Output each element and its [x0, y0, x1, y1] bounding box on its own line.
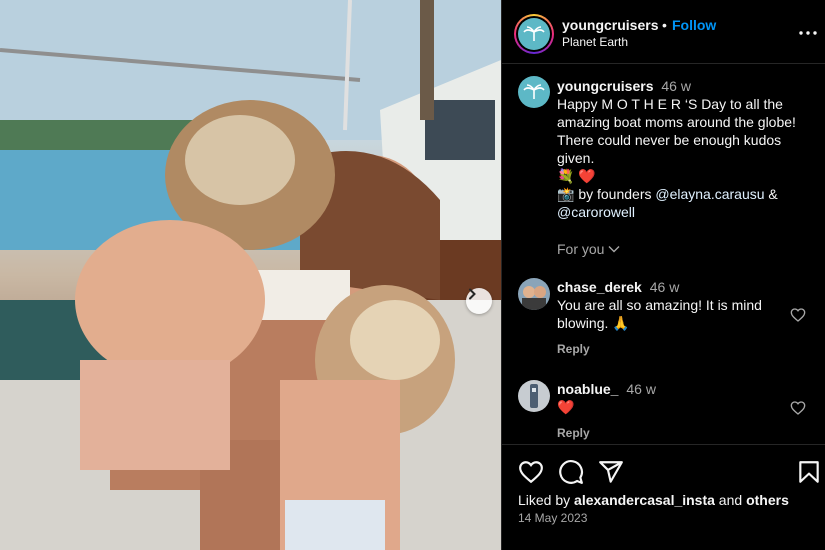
avatar-photo: [518, 278, 550, 310]
palm-logo-icon: [523, 26, 545, 41]
caption-avatar[interactable]: [518, 76, 550, 108]
caption-block: youngcruisers 46 w Happy M O T H E R ‘S …: [557, 77, 815, 221]
chevron-down-icon: [608, 246, 620, 253]
liked-and: and: [714, 492, 747, 508]
comment-icon[interactable]: [558, 459, 584, 485]
credit-join: &: [764, 186, 778, 202]
photo-illustration: [0, 0, 501, 550]
share-icon[interactable]: [598, 459, 624, 485]
comment-body: noablue_ 46 w ❤️: [557, 380, 787, 416]
credit-prefix: 📸 by founders: [557, 186, 656, 202]
bookmark-icon[interactable]: [796, 459, 822, 485]
comment-text: ❤️: [557, 399, 575, 415]
comment-username[interactable]: chase_derek: [557, 279, 642, 295]
more-icon: [799, 31, 817, 35]
for-you-label: For you: [557, 241, 605, 257]
follow-button[interactable]: Follow: [672, 17, 716, 33]
comment-username[interactable]: noablue_: [557, 381, 618, 397]
liked-prefix: Liked by: [518, 492, 575, 508]
likes-summary: Liked by alexandercasal_insta and others: [518, 492, 789, 508]
comment-text: You are all so amazing! It is mind blowi…: [557, 297, 762, 331]
heart-icon[interactable]: [518, 459, 544, 485]
commenter-avatar[interactable]: [518, 380, 550, 412]
avatar-inner: [516, 16, 552, 52]
commenter-avatar[interactable]: [518, 278, 550, 310]
more-options-button[interactable]: [797, 22, 819, 44]
palm-logo-icon: [523, 84, 545, 99]
caption-username[interactable]: youngcruisers: [557, 78, 653, 94]
comments-section[interactable]: youngcruisers 46 w Happy M O T H E R ‘S …: [502, 64, 825, 444]
liked-user[interactable]: alexandercasal_insta: [574, 492, 715, 508]
comment-time[interactable]: 46 w: [650, 279, 680, 295]
next-photo-button[interactable]: [466, 288, 492, 314]
for-you-toggle[interactable]: For you: [557, 241, 620, 257]
mention-link[interactable]: @carorowell: [557, 204, 635, 220]
heart-icon[interactable]: [790, 400, 806, 416]
post-date[interactable]: 14 May 2023: [518, 511, 587, 525]
post-header: youngcruisers • Follow Planet Earth: [502, 0, 825, 64]
chevron-right-icon: [469, 288, 476, 300]
caption-time[interactable]: 46 w: [661, 78, 691, 94]
header-separator: •: [662, 17, 667, 33]
caption-text: Happy M O T H E R ‘S Day to all the amaz…: [557, 96, 796, 166]
comment-time[interactable]: 46 w: [626, 381, 656, 397]
reply-button[interactable]: Reply: [557, 342, 590, 356]
caption-credit: 📸 by founders @elayna.carausu & @carorow…: [557, 185, 815, 221]
header-location[interactable]: Planet Earth: [562, 35, 628, 49]
avatar-photo: [518, 380, 550, 412]
brand-logo: [518, 18, 550, 50]
reply-button[interactable]: Reply: [557, 426, 590, 440]
comment-body: chase_derek 46 w You are all so amazing!…: [557, 278, 787, 332]
caption-emoji: 💐 ❤️: [557, 168, 596, 184]
post-photo[interactable]: [0, 0, 501, 550]
heart-icon[interactable]: [790, 307, 806, 323]
author-avatar[interactable]: [514, 14, 554, 54]
mention-link[interactable]: @elayna.carausu: [655, 186, 764, 202]
header-username[interactable]: youngcruisers: [562, 17, 658, 33]
liked-others[interactable]: others: [746, 492, 789, 508]
post-actions: Liked by alexandercasal_insta and others…: [502, 445, 825, 550]
post-sidebar: youngcruisers • Follow Planet Earth youn…: [502, 0, 825, 550]
